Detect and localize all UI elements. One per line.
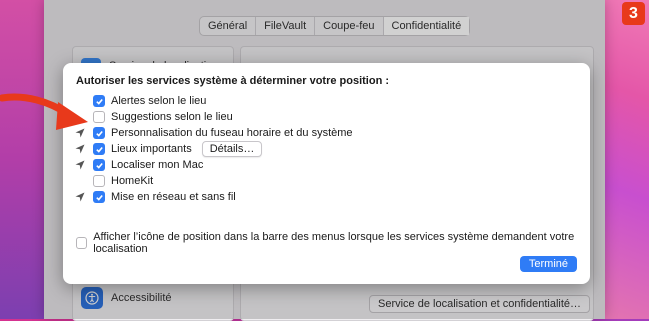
checkbox-networking-wireless[interactable] (93, 191, 105, 203)
option-label: Personnalisation du fuseau horaire et du… (111, 127, 353, 139)
list-item: Lieux importants Détails… (73, 141, 553, 157)
location-arrow-slot (73, 174, 87, 188)
system-services-sheet: Autoriser les services système à détermi… (63, 63, 590, 284)
option-label: Mise en réseau et sans fil (111, 191, 236, 203)
location-arrow-icon (73, 190, 87, 204)
system-services-list: Alertes selon le lieu Suggestions selon … (73, 93, 553, 205)
checkbox-significant-locations[interactable] (93, 143, 105, 155)
option-label: Localiser mon Mac (111, 159, 204, 171)
list-item: Mise en réseau et sans fil (73, 189, 553, 205)
list-item: HomeKit (73, 173, 553, 189)
checkbox-homekit[interactable] (93, 175, 105, 187)
desktop-wallpaper-left (0, 0, 44, 319)
list-item: Suggestions selon le lieu (73, 109, 553, 125)
done-button[interactable]: Terminé (519, 256, 577, 272)
location-arrow-icon (73, 158, 87, 172)
step-badge: 3 (622, 2, 645, 25)
option-label: Alertes selon le lieu (111, 95, 207, 107)
location-arrow-icon (73, 142, 87, 156)
option-label: Afficher l’icône de position dans la bar… (93, 231, 575, 255)
option-label: HomeKit (111, 175, 154, 187)
list-item: Alertes selon le lieu (73, 93, 553, 109)
annotation-arrow-icon (0, 93, 88, 130)
desktop-wallpaper-right (605, 0, 649, 319)
option-label: Suggestions selon le lieu (111, 111, 233, 123)
list-item: Localiser mon Mac (73, 157, 553, 173)
checkbox-show-location-icon[interactable] (76, 237, 88, 249)
checkbox-find-my-mac[interactable] (93, 159, 105, 171)
list-item: Personnalisation du fuseau horaire et du… (73, 125, 553, 141)
sheet-title: Autoriser les services système à détermi… (76, 75, 390, 87)
status-bar-option: Afficher l’icône de position dans la bar… (76, 231, 590, 255)
option-label: Lieux importants (111, 143, 192, 155)
details-button[interactable]: Détails… (201, 141, 263, 157)
